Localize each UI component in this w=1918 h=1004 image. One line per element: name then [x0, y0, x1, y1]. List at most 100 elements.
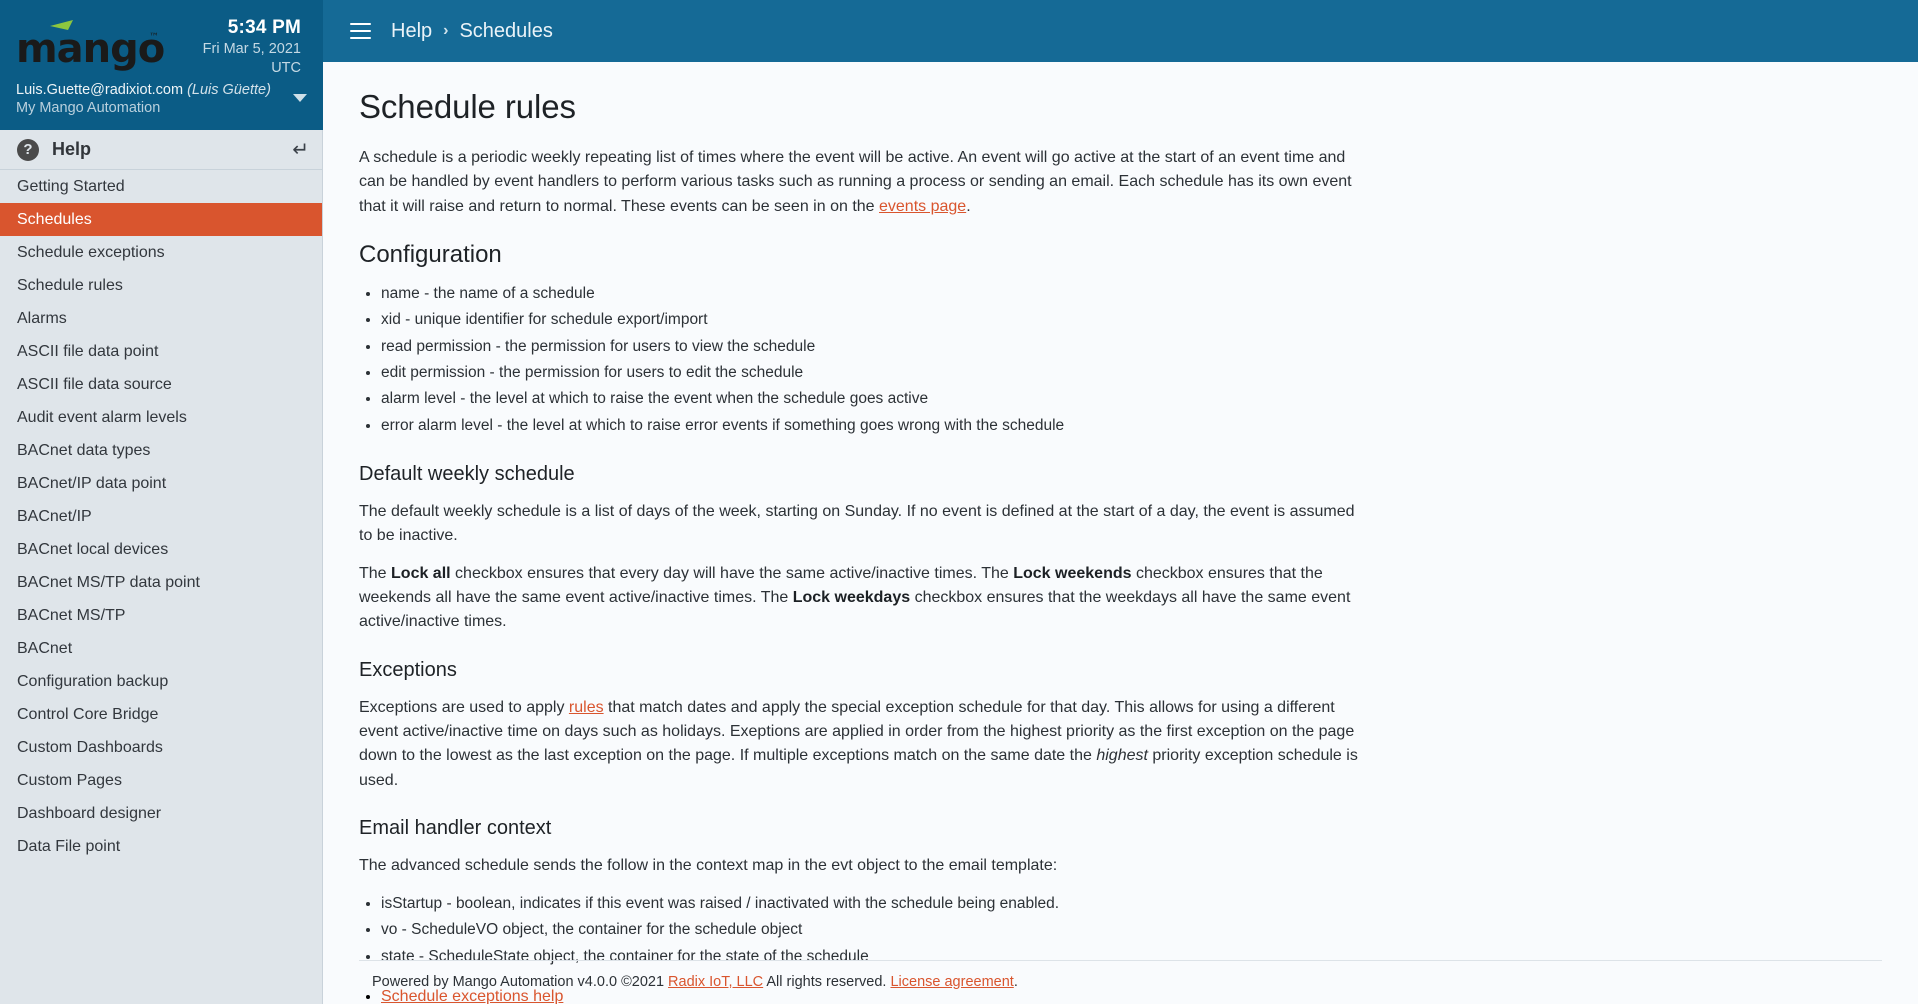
sidebar-item-configuration-backup[interactable]: Configuration backup	[0, 665, 323, 698]
exceptions-paragraph: Exceptions are used to apply rules that …	[359, 696, 1359, 793]
configuration-list-item: edit permission - the permission for use…	[381, 360, 1583, 386]
sidebar-item-schedules[interactable]: Schedules	[0, 203, 323, 236]
sidebar-item-label: Dashboard designer	[17, 804, 162, 822]
lock-text-1: The	[359, 564, 392, 582]
help-document: Schedule rules A schedule is a periodic …	[323, 88, 1623, 1004]
sidebar-item-getting-started[interactable]: Getting Started	[0, 170, 323, 203]
radix-iot-link[interactable]: Radix IoT, LLC	[668, 974, 763, 990]
sidebar-item-label: BACnet data types	[17, 441, 151, 459]
question-circle-icon: ?	[17, 138, 39, 161]
email-context-list-item: vo - ScheduleVO object, the container fo…	[381, 917, 1583, 943]
sidebar-header: mango ™ 5:34 PM Fri Mar 5, 2021 UTC Luis…	[0, 0, 323, 130]
configuration-list-item: name - the name of a schedule	[381, 281, 1583, 307]
mango-logo[interactable]: mango ™	[16, 16, 166, 83]
user-display-name: (Luis Güette)	[187, 82, 271, 98]
app-root: mango ™ 5:34 PM Fri Mar 5, 2021 UTC Luis…	[0, 0, 1918, 1004]
sidebar-item-label: BACnet/IP data point	[17, 474, 167, 492]
sidebar-item-bacnet-ip[interactable]: BACnet/IP	[0, 500, 323, 533]
lock-weekends-label: Lock weekends	[1013, 564, 1132, 582]
help-title: Help	[52, 139, 92, 159]
sidebar-item-bacnet-ip-data-point[interactable]: BACnet/IP data point	[0, 467, 323, 500]
page-title: Schedule rules	[359, 88, 576, 125]
sidebar-item-label: Custom Pages	[17, 771, 122, 789]
lock-all-label: Lock all	[391, 564, 451, 582]
footer-text-before: Powered by Mango Automation v4.0.0 ©2021	[372, 974, 669, 990]
email-handler-paragraph: The advanced schedule sends the follow i…	[359, 856, 1058, 874]
sidebar-item-label: Data File point	[17, 837, 121, 855]
intro-paragraph: A schedule is a periodic weekly repeatin…	[359, 146, 1359, 219]
sidebar-item-label: BACnet MS/TP data point	[17, 573, 200, 591]
user-email-text: Luis.Guette@radixiot.com	[16, 82, 184, 98]
chevron-right-icon: ›	[443, 22, 449, 39]
breadcrumb-item-schedules[interactable]: Schedules	[459, 20, 552, 43]
sidebar-item-label: Getting Started	[17, 177, 125, 195]
instance-name: My Mango Automation	[16, 100, 161, 116]
sidebar: mango ™ 5:34 PM Fri Mar 5, 2021 UTC Luis…	[0, 0, 323, 1004]
sidebar-item-alarms[interactable]: Alarms	[0, 302, 323, 335]
sidebar-item-label: ASCII file data source	[17, 375, 172, 393]
configuration-list-item: alarm level - the level at which to rais…	[381, 386, 1583, 412]
user-menu[interactable]: Luis.Guette@radixiot.com (Luis Güette) M…	[0, 82, 323, 130]
sidebar-item-label: BACnet MS/TP	[17, 606, 126, 624]
sidebar-item-schedule-exceptions[interactable]: Schedule exceptions	[0, 236, 323, 269]
sidebar-item-data-file-point[interactable]: Data File point	[0, 830, 323, 863]
default-weekly-paragraph: The default weekly schedule is a list of…	[359, 503, 1355, 545]
clock-time: 5:34 PM	[227, 17, 301, 38]
events-page-link[interactable]: events page	[879, 198, 966, 215]
sidebar-item-bacnet-ms-tp[interactable]: BACnet MS/TP	[0, 599, 323, 632]
page-footer: Powered by Mango Automation v4.0.0 ©2021…	[359, 960, 1882, 1004]
exceptions-text-1: Exceptions are used to apply	[359, 698, 569, 716]
top-bar: Help › Schedules	[323, 0, 1918, 62]
footer-wrapper: Powered by Mango Automation v4.0.0 ©2021…	[323, 960, 1918, 1004]
sidebar-item-label: Schedule exceptions	[17, 243, 165, 261]
sidebar-item-bacnet[interactable]: BACnet	[0, 632, 323, 665]
exceptions-emphasis: highest	[1096, 747, 1148, 765]
brand-row: mango ™ 5:34 PM Fri Mar 5, 2021 UTC	[0, 0, 323, 82]
return-arrow-icon[interactable]: ↵	[292, 140, 309, 160]
sidebar-item-label: BACnet/IP	[17, 507, 92, 525]
user-email: Luis.Guette@radixiot.com (Luis Güette)	[16, 82, 307, 98]
exceptions-heading: Exceptions	[359, 658, 457, 681]
configuration-list-item: error alarm level - the level at which t…	[381, 413, 1583, 439]
sidebar-item-label: Configuration backup	[17, 672, 169, 690]
email-handler-heading: Email handler context	[359, 816, 552, 839]
sidebar-item-schedule-rules[interactable]: Schedule rules	[0, 269, 323, 302]
clock: 5:34 PM Fri Mar 5, 2021 UTC	[203, 10, 301, 77]
chevron-down-icon[interactable]	[293, 94, 307, 102]
sidebar-item-audit-event-alarm-levels[interactable]: Audit event alarm levels	[0, 401, 323, 434]
hamburger-menu-icon[interactable]	[350, 18, 371, 44]
sidebar-item-label: BACnet	[17, 639, 73, 657]
help-section-header: ? Help ↵	[0, 130, 323, 170]
breadcrumb-item-help[interactable]: Help	[391, 20, 432, 43]
main-area: Help › Schedules Schedule rules A schedu…	[323, 0, 1918, 1004]
sidebar-item-bacnet-ms-tp-data-point[interactable]: BACnet MS/TP data point	[0, 566, 323, 599]
sidebar-item-label: ASCII file data point	[17, 342, 159, 360]
sidebar-item-label: Audit event alarm levels	[17, 408, 187, 426]
footer-text-after: .	[1013, 974, 1018, 990]
footer-text-middle: All rights reserved.	[763, 974, 891, 990]
rules-link[interactable]: rules	[569, 699, 604, 716]
sidebar-item-custom-pages[interactable]: Custom Pages	[0, 764, 323, 797]
license-agreement-link[interactable]: License agreement	[890, 974, 1013, 990]
lock-text-2: checkbox ensures that every day will hav…	[450, 564, 1014, 582]
sidebar-item-dashboard-designer[interactable]: Dashboard designer	[0, 797, 323, 830]
sidebar-item-label: Schedules	[17, 210, 92, 228]
help-nav-list: Getting Started Schedules Schedule excepti…	[0, 170, 323, 1004]
sidebar-item-control-core-bridge[interactable]: Control Core Bridge	[0, 698, 323, 731]
configuration-heading: Configuration	[359, 240, 502, 268]
sidebar-item-ascii-file-data-point[interactable]: ASCII file data point	[0, 335, 323, 368]
intro-text-after: .	[966, 197, 971, 215]
content-area: Schedule rules A schedule is a periodic …	[323, 62, 1918, 1004]
sidebar-item-label: Alarms	[17, 309, 67, 327]
email-context-list-item: isStartup - boolean, indicates if this e…	[381, 891, 1583, 917]
sidebar-item-ascii-file-data-source[interactable]: ASCII file data source	[0, 368, 323, 401]
default-weekly-heading: Default weekly schedule	[359, 463, 575, 485]
sidebar-item-bacnet-data-types[interactable]: BACnet data types	[0, 434, 323, 467]
email-context-list: isStartup - boolean, indicates if this e…	[359, 891, 1583, 970]
sidebar-item-label: Schedule rules	[17, 276, 123, 294]
sidebar-item-custom-dashboards[interactable]: Custom Dashboards	[0, 731, 323, 764]
lock-checkbox-paragraph: The Lock all checkbox ensures that every…	[359, 562, 1359, 635]
configuration-list: name - the name of a schedulexid - uniqu…	[359, 281, 1583, 439]
sidebar-item-bacnet-local-devices[interactable]: BACnet local devices	[0, 533, 323, 566]
sidebar-item-label: BACnet local devices	[17, 540, 169, 558]
